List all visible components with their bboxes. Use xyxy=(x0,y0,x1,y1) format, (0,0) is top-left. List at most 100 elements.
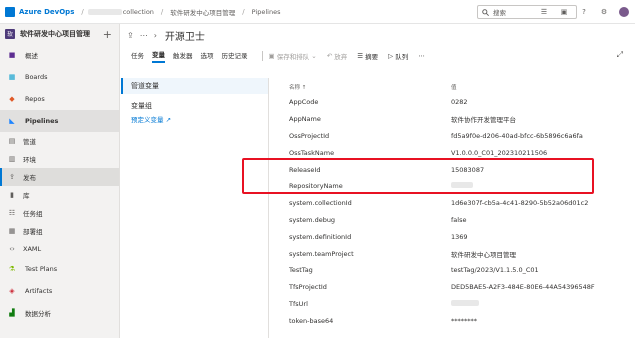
variable-name[interactable]: system.teamProject xyxy=(281,250,451,258)
analytics-icon: ▟ xyxy=(9,309,15,317)
table-row[interactable]: TfsUrl xyxy=(281,296,631,313)
expand-icon[interactable]: ⤢ xyxy=(617,50,623,60)
table-row[interactable]: TfsProjectId DED5BAE5-A2F3-484E-80E6-44A5… xyxy=(281,279,631,296)
search-icon xyxy=(482,8,489,16)
table-row[interactable]: system.debug false xyxy=(281,212,631,229)
table-row[interactable]: TestTag testTag/2023/V1.1.5.0_C01 xyxy=(281,262,631,279)
variable-name[interactable]: TfsProjectId xyxy=(281,283,451,291)
sidebar-item-label: Artifacts xyxy=(25,287,53,295)
table-row[interactable]: system.definitionId 1369 xyxy=(281,228,631,245)
tab-options[interactable]: 选项 xyxy=(201,50,214,62)
collection-redacted xyxy=(87,8,122,15)
variable-value[interactable]: V1.0.0.0_C01_202310211506 xyxy=(451,149,621,157)
breadcrumb-chevron-icon: › xyxy=(153,30,157,40)
sidebar-item-pipelines[interactable]: ◣ Pipelines xyxy=(0,110,119,132)
grid-header: 名称 ↑ 值 xyxy=(281,80,631,94)
variable-value[interactable]: 软件研发中心项目管理 xyxy=(451,249,621,259)
sidebar-item-deployment-groups[interactable]: ▦ 部署组 xyxy=(0,222,119,240)
user-settings-icon[interactable]: ⚙ xyxy=(599,7,609,17)
sidebar-item-pipeline[interactable]: ▤ 管道 xyxy=(0,132,119,150)
redacted-value xyxy=(451,299,479,306)
breadcrumb-project[interactable]: 软件研发中心项目管理 xyxy=(170,7,235,17)
sidebar-item-overview[interactable]: ■ 概述 xyxy=(0,44,119,66)
table-row[interactable]: AppCode 0282 xyxy=(281,94,631,111)
deployment-group-icon: ▦ xyxy=(8,227,16,235)
tab-tasks[interactable]: 任务 xyxy=(131,50,144,62)
sidebar: 软 软件研发中心项目管理 + ■ 概述 ▦ Boards ◆ Repos ◣ P… xyxy=(0,24,120,338)
breadcrumb-section[interactable]: Pipelines xyxy=(252,8,281,16)
variable-value[interactable]: ******** xyxy=(451,317,621,325)
save-queue-button[interactable]: ▣ 保存和排队 ⌄ xyxy=(269,51,317,61)
project-header[interactable]: 软 软件研发中心项目管理 xyxy=(0,24,119,44)
variable-value[interactable]: fd5a9f0e-d206-40ad-bfcc-6b5896c6a6fa xyxy=(451,132,621,140)
summary-button[interactable]: ☰ 摘要 xyxy=(357,51,378,61)
variable-value[interactable]: testTag/2023/V1.1.5.0_C01 xyxy=(451,266,621,274)
variable-name[interactable]: TestTag xyxy=(281,266,451,274)
sidebar-item-label: 库 xyxy=(23,192,30,200)
tab-history[interactable]: 历史记录 xyxy=(222,50,248,62)
artifacts-icon: ◈ xyxy=(9,287,15,295)
variable-value[interactable]: false xyxy=(451,216,621,224)
variable-name[interactable]: system.collectionId xyxy=(281,199,451,207)
variable-name[interactable]: token-base64 xyxy=(281,317,451,325)
table-row[interactable]: AppName 软件协作开发管理平台 xyxy=(281,111,631,128)
variable-value[interactable] xyxy=(451,299,621,308)
xaml-icon: ‹› xyxy=(9,245,15,253)
table-row[interactable]: system.collectionId 1d6e307f-cb5a-4c41-82… xyxy=(281,195,631,212)
predefined-variables-link[interactable]: 预定义变量 ↗ xyxy=(121,114,268,124)
sidebar-item-artifacts[interactable]: ◈ Artifacts xyxy=(0,280,119,302)
variable-name[interactable]: AppName xyxy=(281,115,451,123)
variable-groups-item[interactable]: 变量组 xyxy=(121,98,268,114)
breadcrumb-separator: / xyxy=(160,7,164,16)
brand-link[interactable]: Azure DevOps xyxy=(19,8,74,16)
column-header-name[interactable]: 名称 ↑ xyxy=(281,83,451,91)
boards-icon: ▦ xyxy=(8,73,16,81)
tab-variables[interactable]: 变量 xyxy=(152,49,165,63)
variable-name[interactable]: OssTaskName xyxy=(281,149,451,157)
variable-name[interactable]: system.definitionId xyxy=(281,233,451,241)
variable-name[interactable]: TfsUrl xyxy=(281,300,451,308)
variable-name[interactable]: AppCode xyxy=(281,98,451,106)
help-icon[interactable]: ? xyxy=(579,7,589,17)
test-plans-icon: ⚗ xyxy=(8,265,16,273)
table-row[interactable]: OssProjectId fd5a9f0e-d206-40ad-bfcc-6b58… xyxy=(281,128,631,145)
table-row[interactable]: system.teamProject 软件研发中心项目管理 xyxy=(281,245,631,262)
variable-value[interactable]: 1369 xyxy=(451,233,621,241)
table-row[interactable]: token-base64 ******** xyxy=(281,312,631,329)
variable-name[interactable]: OssProjectId xyxy=(281,132,451,140)
settings-list-icon[interactable]: ☰ xyxy=(539,7,549,17)
page-title[interactable]: 开源卫士 xyxy=(165,28,205,43)
breadcrumb-collection[interactable]: collection xyxy=(123,8,154,16)
breadcrumb-separator: / xyxy=(81,7,84,16)
sidebar-item-repos[interactable]: ◆ Repos xyxy=(0,88,119,110)
sidebar-item-environment[interactable]: ▥ 环境 xyxy=(0,150,119,168)
azure-devops-logo-icon[interactable] xyxy=(5,6,15,17)
sidebar-item-task-groups[interactable]: ☷ 任务组 xyxy=(0,204,119,222)
new-item-plus-icon[interactable]: + xyxy=(103,28,112,41)
sidebar-item-release[interactable]: ⇪ 发布 xyxy=(0,168,119,186)
sidebar-item-boards[interactable]: ▦ Boards xyxy=(0,66,119,88)
variable-value[interactable]: 软件协作开发管理平台 xyxy=(451,114,621,124)
queue-button[interactable]: ▷ 队列 xyxy=(388,51,408,61)
variable-value[interactable]: 1d6e307f-cb5a-4c41-8290-5b52a06d01c2 xyxy=(451,199,621,207)
pipeline-variables-item[interactable]: 管道变量 xyxy=(121,78,268,94)
sidebar-item-test-plans[interactable]: ⚗ Test Plans xyxy=(0,258,119,280)
sidebar-item-xaml[interactable]: ‹› XAML xyxy=(0,240,119,258)
summary-label: 摘要 xyxy=(365,53,379,61)
variable-name[interactable]: system.debug xyxy=(281,216,451,224)
column-header-value[interactable]: 值 xyxy=(451,83,621,91)
variable-value[interactable]: 0282 xyxy=(451,98,621,106)
sidebar-item-label: Test Plans xyxy=(25,265,58,273)
variable-value[interactable]: DED5BAE5-A2F3-484E-80E6-44A54396548F xyxy=(451,283,621,291)
sidebar-item-library[interactable]: ▮ 库 xyxy=(0,186,119,204)
more-actions-icon[interactable]: ⋯ xyxy=(418,52,425,60)
summary-icon: ☰ xyxy=(357,52,366,60)
avatar[interactable] xyxy=(619,7,629,17)
discard-button[interactable]: ↶ 放弃 xyxy=(327,51,348,61)
tab-triggers[interactable]: 触发器 xyxy=(173,50,193,62)
more-options-icon[interactable]: ⋯ xyxy=(140,31,148,40)
sidebar-item-label: 环境 xyxy=(23,156,36,164)
shopping-bag-icon[interactable]: ▣ xyxy=(559,7,569,17)
sidebar-item-label: XAML xyxy=(23,245,42,253)
sidebar-item-analytics[interactable]: ▟ 数据分析 xyxy=(0,302,119,324)
